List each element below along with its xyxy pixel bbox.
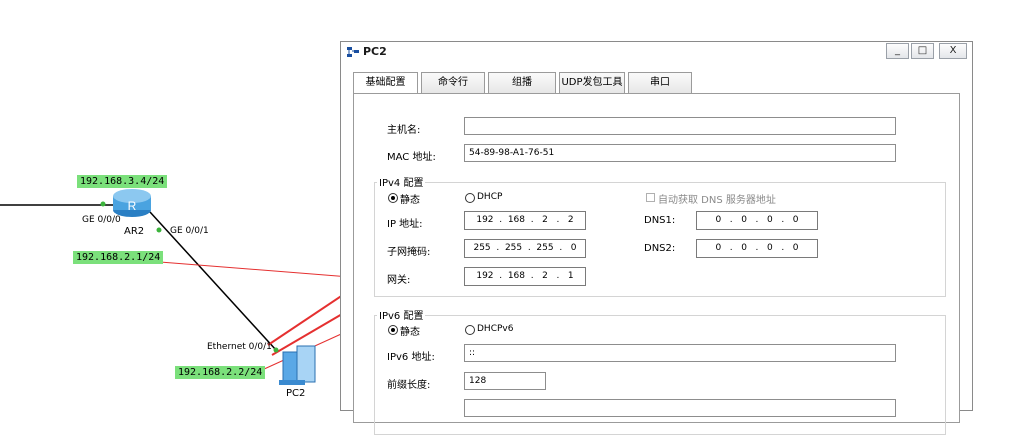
window-title: PC2	[363, 45, 387, 58]
ipv6-address-input[interactable]: ::	[464, 344, 896, 362]
auto-dns-label: 自动获取 DNS 服务器地址	[658, 195, 776, 206]
svg-text:R: R	[128, 199, 137, 213]
pc-icon[interactable]	[279, 345, 316, 385]
dns1-input[interactable]: 0 . 0 . 0 . 0	[696, 211, 818, 230]
port-dot-pc	[273, 347, 279, 353]
tab-command-line[interactable]: 命令行	[421, 72, 485, 94]
auto-dns-checkbox[interactable]	[646, 193, 655, 202]
ipv4-group-title: IPv4 配置	[377, 174, 426, 189]
title-bar[interactable]: PC2 _ □ X	[341, 42, 972, 62]
prefix-length-input[interactable]: 128	[464, 372, 546, 390]
maximize-button[interactable]: □	[911, 43, 934, 59]
ipv4-static-radio[interactable]	[388, 193, 398, 203]
ip-address-label: IP 地址:	[387, 219, 423, 230]
dns2-label: DNS2:	[644, 243, 676, 254]
close-button[interactable]: X	[939, 43, 967, 59]
hostname-input[interactable]	[464, 117, 896, 135]
prefix-length-label: 前缀长度:	[387, 380, 431, 391]
ipv6-group-title: IPv6 配置	[377, 307, 426, 322]
port-dot-right	[156, 227, 162, 233]
ipv6-address-label: IPv6 地址:	[387, 352, 435, 363]
router-name: AR2	[124, 226, 145, 237]
router-port-left-label: GE 0/0/0	[82, 215, 121, 225]
ipv6-gateway-input[interactable]	[464, 399, 896, 417]
ipv4-dhcp-label: DHCP	[477, 192, 503, 202]
pc-name: PC2	[286, 388, 306, 399]
gateway-label: 网关:	[387, 275, 411, 286]
ipv6-group	[374, 315, 946, 435]
router-icon[interactable]: R	[113, 189, 151, 217]
ipv4-static-label: 静态	[400, 195, 420, 206]
dns2-input[interactable]: 0 . 0 . 0 . 0	[696, 239, 818, 258]
ipv6-static-radio[interactable]	[388, 325, 398, 335]
mac-label: MAC 地址:	[387, 152, 436, 163]
ipv6-dhcp-label: DHCPv6	[477, 324, 514, 334]
gateway-input[interactable]: 192 . 168 . 2 . 1	[464, 267, 586, 286]
tab-udp-tool[interactable]: UDP发包工具	[559, 72, 625, 94]
ipv4-dhcp-radio[interactable]	[465, 193, 475, 203]
link-router-pc	[149, 211, 277, 351]
tab-serial[interactable]: 串口	[628, 72, 692, 94]
pc2-config-window: PC2 _ □ X 基础配置 命令行 组播 UDP发包工具 串口 主机名: MA…	[340, 41, 973, 435]
subnet-mask-label: 子网掩码:	[387, 247, 431, 258]
tab-basic-config[interactable]: 基础配置	[353, 72, 418, 95]
router-port-right-label: GE 0/0/1	[170, 226, 209, 236]
pc-ip-tag: 192.168.2.2/24	[175, 366, 266, 379]
mac-field[interactable]: 54-89-98-A1-76-51	[464, 144, 896, 162]
minimize-button[interactable]: _	[886, 43, 909, 59]
annotation-line	[159, 261, 351, 278]
dns1-label: DNS1:	[644, 215, 676, 226]
subnet-mask-input[interactable]: 255 . 255 . 255 . 0	[464, 239, 586, 258]
router-ip-tag-top: 192.168.3.4/24	[77, 175, 168, 188]
ipv6-dhcp-radio[interactable]	[465, 325, 475, 335]
router-ip-tag-mid: 192.168.2.1/24	[73, 251, 164, 264]
pc-port-label: Ethernet 0/0/1	[207, 342, 272, 352]
basic-config-panel: 主机名: MAC 地址: 54-89-98-A1-76-51 IPv4 配置 静…	[353, 93, 960, 435]
hostname-label: 主机名:	[387, 125, 421, 136]
tab-multicast[interactable]: 组播	[488, 72, 556, 94]
ipv6-static-label: 静态	[400, 327, 420, 338]
app-icon	[347, 47, 359, 57]
ip-address-input[interactable]: 192 . 168 . 2 . 2	[464, 211, 586, 230]
port-dot-left	[100, 201, 106, 207]
